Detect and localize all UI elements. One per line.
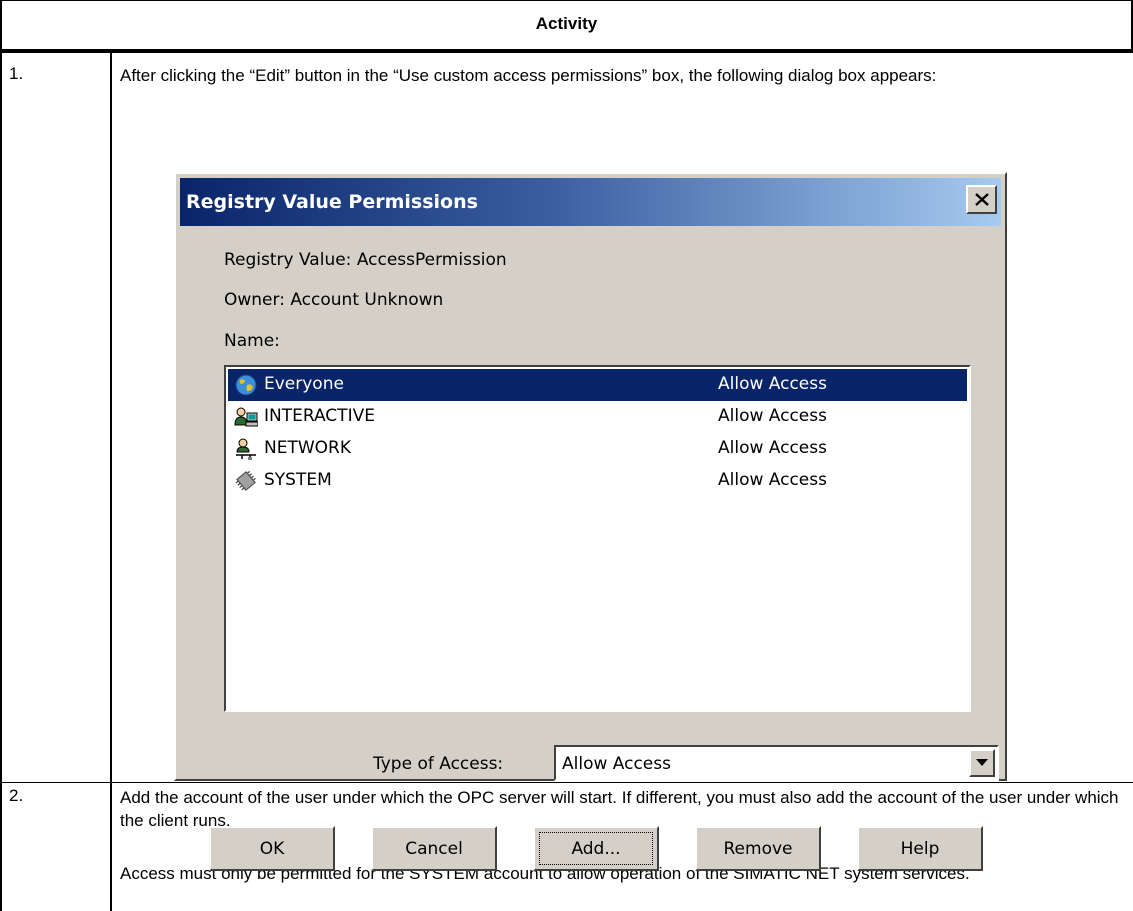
close-icon xyxy=(974,193,989,206)
list-item-network[interactable]: NETWORK Allow Access xyxy=(228,433,967,465)
type-of-access-label: Type of Access: xyxy=(373,754,504,774)
name-listbox[interactable]: Everyone Allow Access INTERACTIVE Allow … xyxy=(224,365,971,712)
step-1-text: After clicking the “Edit” button in the … xyxy=(120,66,937,85)
table-header-activity: Activity xyxy=(535,14,598,33)
list-item-access: Allow Access xyxy=(718,470,827,490)
name-label: Name: xyxy=(224,331,280,351)
list-item-interactive[interactable]: INTERACTIVE Allow Access xyxy=(228,401,967,433)
list-item-access: Allow Access xyxy=(718,438,827,458)
registry-value-permissions-dialog: Registry Value Permissions Registry Valu… xyxy=(174,172,1007,871)
dialog-title: Registry Value Permissions xyxy=(186,191,478,213)
list-item-name: SYSTEM xyxy=(264,470,332,490)
type-of-access-value: Allow Access xyxy=(562,754,671,774)
owner-label: Owner: Account Unknown xyxy=(224,290,444,310)
registry-value-label: Registry Value: AccessPermission xyxy=(224,250,507,270)
chevron-down-icon xyxy=(976,759,988,766)
header-divider xyxy=(0,49,1133,53)
list-item-everyone[interactable]: Everyone Allow Access xyxy=(228,369,967,401)
system-chip-icon xyxy=(235,470,256,491)
remove-button[interactable]: Remove xyxy=(695,826,821,871)
list-item-access: Allow Access xyxy=(718,406,827,426)
close-button[interactable] xyxy=(966,185,997,214)
network-user-icon xyxy=(236,438,256,460)
list-item-name: Everyone xyxy=(264,374,344,394)
dialog-titlebar[interactable]: Registry Value Permissions xyxy=(180,178,1001,226)
list-item-access: Allow Access xyxy=(718,374,827,394)
ok-button[interactable]: OK xyxy=(209,826,335,871)
dropdown-button[interactable] xyxy=(969,749,995,777)
type-of-access-select[interactable]: Allow Access xyxy=(554,745,999,781)
step-1-number: 1. xyxy=(9,64,24,83)
help-button[interactable]: Help xyxy=(857,826,983,871)
row-divider xyxy=(0,782,1133,783)
list-item-system[interactable]: SYSTEM Allow Access xyxy=(228,465,967,497)
add-button[interactable]: Add... xyxy=(533,826,659,871)
table-top-border xyxy=(0,0,1133,1)
step-2-number: 2. xyxy=(9,786,24,805)
interactive-user-icon xyxy=(234,407,258,427)
globe-icon xyxy=(235,374,257,396)
cancel-button[interactable]: Cancel xyxy=(371,826,497,871)
list-item-name: INTERACTIVE xyxy=(264,406,375,426)
list-item-name: NETWORK xyxy=(264,438,351,458)
table-left-border xyxy=(0,0,2,911)
